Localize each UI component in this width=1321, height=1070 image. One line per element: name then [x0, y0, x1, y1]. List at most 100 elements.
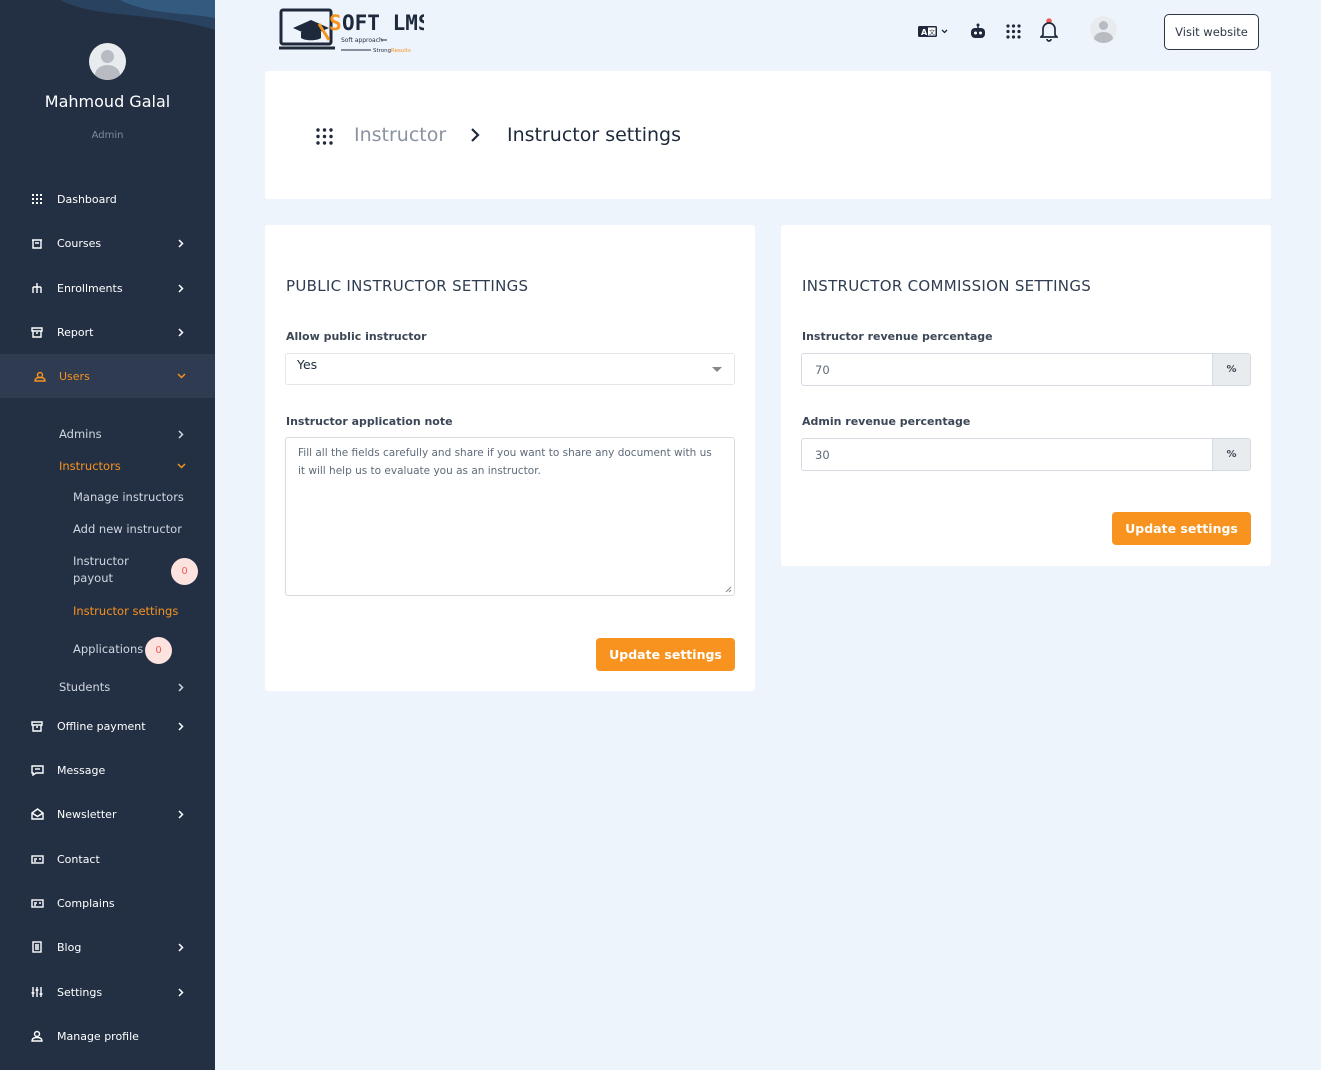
breadcrumb: Instructor Instructor settings	[265, 71, 1271, 199]
message-icon	[30, 763, 44, 777]
header-avatar[interactable]	[1090, 16, 1117, 43]
dashboard-grid-icon	[30, 192, 44, 206]
users-icon	[33, 369, 47, 383]
sidebar-item-settings[interactable]: Settings	[0, 970, 215, 1014]
instructor-revenue-label: Instructor revenue percentage	[802, 330, 993, 343]
submenu-instructors[interactable]: Instructors	[59, 459, 121, 473]
sidebar-item-label: Settings	[57, 985, 103, 999]
update-commission-settings-button[interactable]: Update settings	[1112, 512, 1251, 545]
application-note-label: Instructor application note	[286, 415, 453, 428]
user-avatar[interactable]	[89, 43, 126, 80]
submenu-manage-instructors[interactable]: Manage instructors	[73, 490, 184, 504]
sidebar-item-complains[interactable]: Complains	[0, 881, 215, 925]
submenu-instructor-payout[interactable]: Instructor payout	[73, 554, 129, 585]
enrollments-icon	[30, 281, 44, 295]
svg-text:文: 文	[929, 29, 935, 37]
chevron-right-icon	[176, 987, 186, 997]
sidebar-item-enrollments[interactable]: Enrollments	[0, 266, 215, 310]
sidebar-item-manage-profile[interactable]: Manage profile	[0, 1014, 215, 1058]
allow-public-instructor-select[interactable]: Yes	[285, 353, 735, 385]
admin-revenue-label: Admin revenue percentage	[802, 415, 971, 428]
chevron-right-icon	[176, 327, 186, 337]
instructor-revenue-group: 70 %	[801, 353, 1251, 386]
contact-icon	[30, 852, 44, 866]
chevron-right-icon	[176, 283, 186, 293]
submenu-students[interactable]: Students	[59, 680, 110, 694]
resize-grip-icon[interactable]	[724, 585, 732, 593]
profile-icon	[30, 1029, 44, 1043]
sidebar-wave-decoration	[60, 0, 215, 30]
courses-icon	[30, 236, 44, 250]
sidebar-item-label: Manage profile	[57, 1029, 139, 1043]
sidebar-item-blog[interactable]: Blog	[0, 925, 215, 969]
sidebar-item-label: Report	[57, 325, 94, 339]
submenu-label-line2: payout	[73, 571, 113, 585]
notification-bell-icon[interactable]	[1039, 18, 1059, 42]
percent-addon: %	[1212, 353, 1251, 386]
update-public-settings-button[interactable]: Update settings	[596, 638, 735, 671]
sidebar-item-label: Offline payment	[57, 719, 146, 733]
sidebar-item-courses[interactable]: Courses	[0, 221, 215, 265]
admin-revenue-input[interactable]: 30	[801, 438, 1213, 471]
svg-text:A: A	[921, 28, 928, 37]
textarea-value: Fill all the fields carefully and share …	[298, 447, 712, 477]
sidebar-item-label: Blog	[57, 940, 82, 954]
visit-website-button[interactable]: Visit website	[1164, 14, 1259, 50]
svg-text:Soft approach: Soft approach	[341, 37, 383, 44]
caret-down-icon	[712, 367, 722, 372]
apps-grid-icon[interactable]	[1005, 21, 1022, 41]
language-switcher-icon[interactable]: A文	[918, 21, 950, 41]
percent-addon: %	[1212, 438, 1251, 471]
sidebar-item-contact[interactable]: Contact	[0, 837, 215, 881]
svg-text:OFT LMS: OFT LMS	[342, 11, 424, 35]
submenu-admins[interactable]: Admins	[59, 427, 102, 441]
submenu-label-line1: Instructor	[73, 554, 129, 568]
submenu-applications[interactable]: Applications	[73, 642, 143, 656]
payout-count-badge: 0	[171, 558, 198, 585]
report-icon	[30, 325, 44, 339]
svg-text:S: S	[329, 11, 342, 35]
soft-lms-logo[interactable]: S OFT LMS Soft approach Strong Results	[279, 6, 431, 56]
logo-graphic: S OFT LMS Soft approach Strong Results	[279, 8, 431, 54]
allow-public-instructor-label: Allow public instructor	[286, 330, 427, 343]
sidebar-item-label: Contact	[57, 852, 100, 866]
sidebar-item-dashboard[interactable]: Dashboard	[0, 177, 215, 221]
chevron-right-icon	[470, 127, 482, 143]
submenu-add-new-instructor[interactable]: Add new instructor	[73, 522, 182, 536]
blog-icon	[30, 940, 44, 954]
offline-payment-icon	[30, 719, 44, 733]
card-title: INSTRUCTOR COMMISSION SETTINGS	[802, 277, 1092, 295]
sidebar-item-newsletter[interactable]: Newsletter	[0, 792, 215, 836]
complains-icon	[30, 896, 44, 910]
sidebar-item-label: Message	[57, 763, 106, 777]
sidebar-item-report[interactable]: Report	[0, 310, 215, 354]
sidebar-item-label: Dashboard	[57, 192, 117, 206]
sidebar-item-label: Courses	[57, 236, 102, 250]
chevron-down-icon	[176, 461, 186, 471]
instructor-revenue-input[interactable]: 70	[801, 353, 1213, 386]
chevron-right-icon	[176, 721, 186, 731]
commission-settings-card: INSTRUCTOR COMMISSION SETTINGS Instructo…	[781, 225, 1271, 566]
sidebar-item-offline-payment[interactable]: Offline payment	[0, 704, 215, 748]
newsletter-icon	[30, 807, 44, 821]
chevron-right-icon	[176, 942, 186, 952]
user-name: Mahmoud Galal	[44, 92, 171, 111]
apps-grid-icon	[316, 128, 333, 145]
application-note-textarea[interactable]: Fill all the fields carefully and share …	[285, 437, 735, 596]
card-title: PUBLIC INSTRUCTOR SETTINGS	[286, 277, 529, 295]
submenu-instructor-settings[interactable]: Instructor settings	[73, 604, 178, 618]
sidebar-item-label: Newsletter	[57, 807, 117, 821]
select-value: Yes	[297, 357, 318, 372]
settings-sliders-icon	[30, 985, 44, 999]
public-instructor-settings-card: PUBLIC INSTRUCTOR SETTINGS Allow public …	[265, 225, 755, 691]
chevron-right-icon	[176, 809, 186, 819]
sidebar-item-users[interactable]: Users	[0, 354, 215, 398]
page-title: Instructor settings	[507, 124, 681, 146]
robot-ai-icon[interactable]	[968, 21, 988, 41]
chevron-right-icon	[176, 238, 186, 248]
sidebar-item-message[interactable]: Message	[0, 748, 215, 792]
user-role: Admin	[91, 130, 124, 141]
sidebar-item-label: Users	[59, 369, 90, 383]
breadcrumb-parent-link[interactable]: Instructor	[354, 124, 446, 146]
svg-text:Results: Results	[391, 48, 411, 54]
